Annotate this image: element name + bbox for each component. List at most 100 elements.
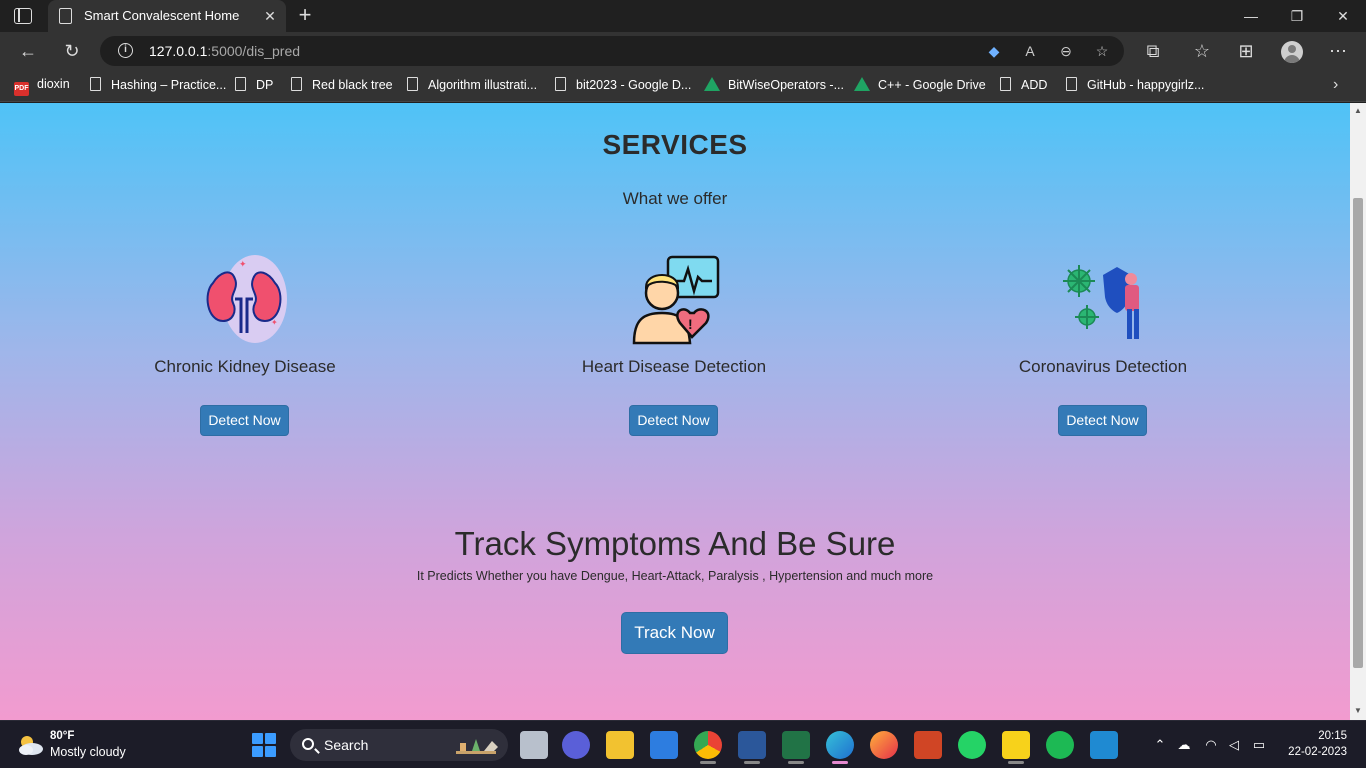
- svg-text:!: !: [688, 316, 693, 332]
- running-indicator: [1008, 761, 1024, 764]
- bookmark-label: BitWiseOperators -...: [728, 78, 844, 92]
- collections-icon[interactable]: ⊞: [1232, 38, 1260, 64]
- url-text[interactable]: 127.0.0.1:5000/dis_pred: [149, 43, 300, 59]
- volume-icon[interactable]: ◁: [1226, 737, 1242, 753]
- whatsapp-icon[interactable]: [958, 731, 986, 759]
- bookmark-item[interactable]: C++ - Google Drive: [854, 77, 986, 95]
- tab-title: Smart Convalescent Home: [84, 8, 240, 23]
- file-explorer-icon[interactable]: [606, 731, 634, 759]
- minimize-icon[interactable]: —: [1228, 0, 1274, 32]
- bookmarks-bar: PDF dioxin Hashing – Practice... DP Red b…: [0, 70, 1366, 102]
- service-card-heart: ! Heart Disease Detection Detect Now: [524, 253, 824, 453]
- bookmark-item[interactable]: Algorithm illustrati...: [407, 77, 537, 95]
- microsoft-store-icon[interactable]: [650, 731, 678, 759]
- scroll-up-icon[interactable]: ▲: [1353, 106, 1363, 116]
- bookmark-item[interactable]: ADD: [1000, 77, 1047, 95]
- tab-actions-icon[interactable]: [14, 8, 32, 24]
- powerpoint-icon[interactable]: [914, 731, 942, 759]
- track-heading: Track Symptoms And Be Sure: [454, 525, 896, 562]
- edge-icon[interactable]: [826, 731, 854, 759]
- more-options-icon[interactable]: ⋯: [1324, 38, 1352, 64]
- spotify-icon[interactable]: [1046, 731, 1074, 759]
- detect-now-button[interactable]: Detect Now: [629, 405, 718, 436]
- battery-icon[interactable]: ▭: [1251, 737, 1267, 753]
- excel-icon[interactable]: [782, 731, 810, 759]
- bookmark-label: Hashing – Practice...: [111, 78, 227, 92]
- running-indicator: [700, 761, 716, 764]
- page-viewport: SERVICES What we offer ✦ ✦ Chronic Kidne…: [0, 103, 1350, 720]
- extensions-icon[interactable]: ⧉: [1139, 38, 1167, 64]
- teams-chat-icon[interactable]: [562, 731, 590, 759]
- close-tab-icon[interactable]: ✕: [260, 6, 280, 26]
- zoom-out-icon[interactable]: ⊖: [1056, 41, 1076, 61]
- bookmark-item[interactable]: PDF dioxin: [14, 77, 70, 96]
- tab-bar: Smart Convalescent Home ✕ + — ❐ ✕: [0, 0, 1366, 32]
- page-icon: [1066, 77, 1077, 91]
- favorites-icon[interactable]: ☆: [1188, 38, 1216, 64]
- close-window-icon[interactable]: ✕: [1320, 0, 1366, 32]
- vscode-icon[interactable]: [1090, 731, 1118, 759]
- firefox-icon[interactable]: [870, 731, 898, 759]
- page-icon: [1000, 77, 1011, 91]
- pdf-icon: PDF: [14, 82, 29, 96]
- onedrive-icon[interactable]: ☁: [1176, 737, 1192, 753]
- page-icon: [407, 77, 418, 91]
- service-card-kidney: ✦ ✦ Chronic Kidney Disease Detect Now: [95, 253, 395, 453]
- sticky-notes-icon[interactable]: [1002, 731, 1030, 759]
- refresh-icon[interactable]: ↻: [58, 38, 86, 64]
- track-now-button[interactable]: Track Now: [621, 612, 728, 654]
- add-favorite-icon[interactable]: ☆: [1092, 41, 1112, 61]
- card-title: Heart Disease Detection: [581, 357, 767, 376]
- virus-shield-icon: [1063, 265, 1139, 339]
- task-view-icon[interactable]: [520, 731, 548, 759]
- chrome-icon[interactable]: [694, 731, 722, 759]
- read-aloud-icon[interactable]: A: [1020, 41, 1040, 61]
- cloudy-weather-icon[interactable]: [16, 733, 44, 757]
- bookmark-item[interactable]: Red black tree: [291, 77, 393, 95]
- page-icon: [291, 77, 302, 91]
- weather-temperature[interactable]: 80°F: [50, 730, 74, 742]
- page-icon: [235, 77, 246, 91]
- browser-tab-active[interactable]: Smart Convalescent Home ✕: [48, 0, 286, 32]
- scroll-down-icon[interactable]: ▼: [1353, 706, 1363, 716]
- detect-now-button[interactable]: Detect Now: [1058, 405, 1147, 436]
- google-drive-icon: [854, 77, 870, 91]
- bookmark-item[interactable]: Hashing – Practice...: [90, 77, 226, 95]
- clock-time[interactable]: 20:15: [1285, 730, 1347, 742]
- wifi-icon[interactable]: ◠: [1203, 737, 1219, 753]
- bookmark-label: GitHub - happygirlz...: [1087, 78, 1205, 92]
- chevron-up-icon[interactable]: ⌃: [1152, 737, 1168, 753]
- bookmark-label: C++ - Google Drive: [878, 78, 986, 92]
- bookmark-item[interactable]: BitWiseOperators -...: [704, 77, 844, 95]
- word-icon[interactable]: [738, 731, 766, 759]
- site-info-icon[interactable]: i: [118, 43, 133, 58]
- search-icon: [302, 738, 314, 750]
- clock-date[interactable]: 22-02-2023: [1270, 746, 1347, 758]
- bookmark-item[interactable]: DP: [235, 77, 273, 95]
- chevron-right-icon[interactable]: ›: [1333, 76, 1338, 94]
- address-bar[interactable]: i 127.0.0.1:5000/dis_pred ◆ A ⊖ ☆: [100, 36, 1124, 66]
- weather-description[interactable]: Mostly cloudy: [50, 745, 126, 759]
- taskbar-search[interactable]: Search: [290, 729, 508, 761]
- page-icon: [555, 77, 566, 91]
- bookmark-item[interactable]: bit2023 - Google D...: [555, 77, 691, 95]
- running-indicator: [788, 761, 804, 764]
- bookmark-label: DP: [256, 78, 274, 92]
- running-indicator: [832, 761, 848, 764]
- card-title: Chronic Kidney Disease: [154, 357, 336, 376]
- bookmark-label: Algorithm illustrati...: [428, 78, 538, 92]
- new-tab-icon[interactable]: +: [294, 4, 316, 26]
- bookmark-item[interactable]: GitHub - happygirlz...: [1066, 77, 1204, 95]
- back-icon[interactable]: ←: [14, 38, 42, 64]
- address-bar-row: ← ↻ i 127.0.0.1:5000/dis_pred ◆ A ⊖ ☆ ⧉ …: [0, 32, 1366, 70]
- scrollbar-thumb[interactable]: [1353, 198, 1363, 668]
- windows-start-icon[interactable]: [252, 733, 276, 757]
- profile-avatar[interactable]: [1281, 41, 1303, 63]
- card-title: Coronavirus Detection: [1018, 357, 1188, 376]
- service-card-coronavirus: Coronavirus Detection Detect Now: [953, 253, 1253, 453]
- coupon-tag-icon[interactable]: ◆: [984, 41, 1004, 61]
- restore-icon[interactable]: ❐: [1274, 0, 1320, 32]
- detect-now-button[interactable]: Detect Now: [200, 405, 289, 436]
- page-scrollbar[interactable]: ▲ ▼: [1350, 103, 1366, 720]
- search-label: Search: [324, 737, 369, 753]
